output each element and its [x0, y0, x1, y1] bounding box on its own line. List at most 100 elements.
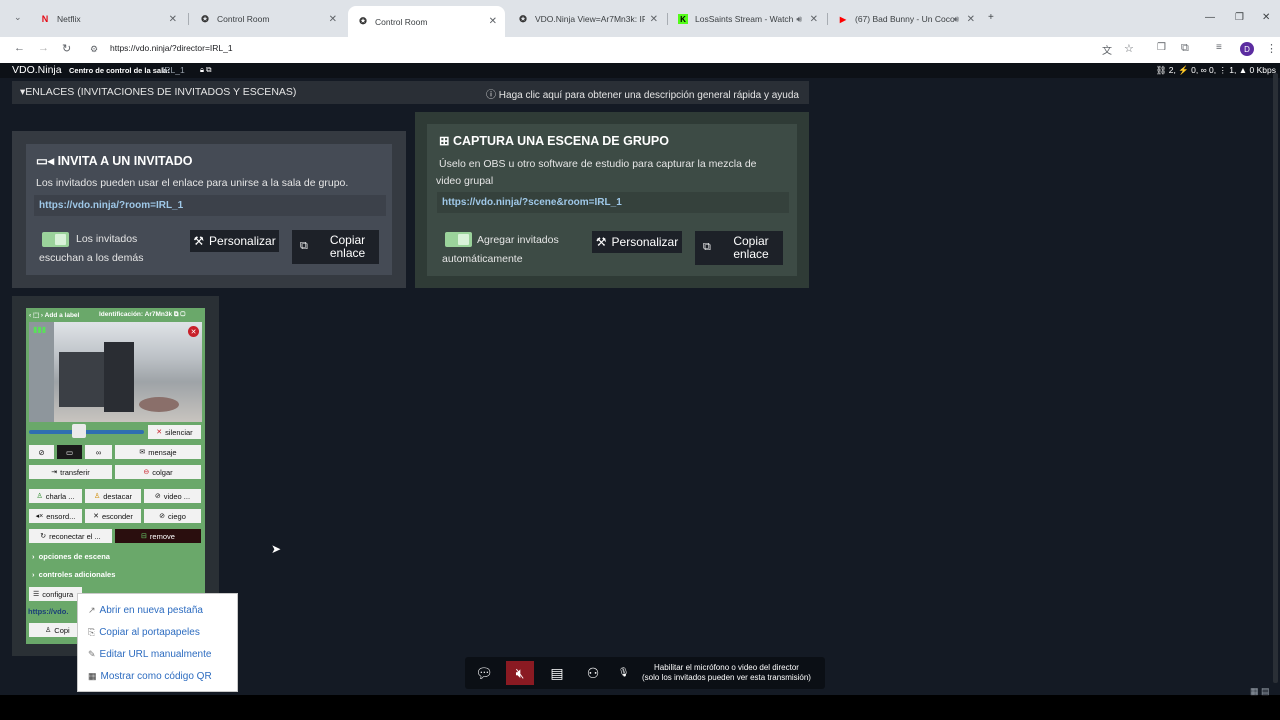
blind-button[interactable]: ⊘ ciego	[144, 509, 201, 523]
invite-title-text: INVITA A UN INVITADO	[57, 154, 193, 168]
menu-copy-clipboard[interactable]: ⎘ Copiar al portapapeles	[88, 627, 200, 638]
tab-control-room-1[interactable]: ✪ Control Room ✕	[190, 7, 345, 31]
highlight-button[interactable]: ♙ destacar	[85, 489, 141, 503]
media-controls-icon[interactable]: ≡	[1216, 42, 1222, 53]
link-context-menu: ↗ Abrir en nueva pestaña ⎘ Copiar al porta…	[77, 593, 238, 692]
invite-customize-button[interactable]: ⚒ Personalizar	[190, 230, 279, 252]
guest-link[interactable]: https://vdo.	[28, 607, 68, 616]
help-link-text: Haga clic aquí para obtener una descripc…	[498, 90, 799, 101]
volume-slider-handle[interactable]	[72, 424, 87, 438]
camera-button[interactable]: ▭	[57, 445, 82, 459]
speaker-mute-icon[interactable]: 🔇︎	[506, 661, 534, 685]
invite-description: Los invitados pueden usar el enlace para…	[36, 177, 349, 189]
tab-search-icon[interactable]: ⌄	[14, 12, 22, 23]
camera-icon: ▭	[65, 447, 74, 457]
mouse-cursor-icon: ➤	[271, 542, 282, 556]
mic-icon: 🎙︎	[618, 667, 630, 677]
reconnect-label: reconectar el ...	[49, 531, 101, 541]
menu-open-new-tab[interactable]: ↗ Abrir en nueva pestaña	[88, 605, 203, 616]
tab-vdo-ninja-view[interactable]: ✪ VDO.Ninja View=Ar7Mn3k: IRL ✕	[508, 7, 666, 31]
site-info-icon[interactable]: ⚙	[90, 44, 98, 55]
guest-video-preview[interactable]: ▮▮▮ ✕	[29, 322, 202, 422]
transfer-label: transferir	[60, 467, 90, 477]
message-button[interactable]: ✉ mensaje	[115, 445, 201, 459]
help-link[interactable]: ⓘ Haga clic aquí para obtener una descri…	[486, 86, 799, 101]
scene-link[interactable]: https://vdo.ninja/?scene&room=IRL_1	[437, 192, 789, 213]
glasses-button[interactable]: ∞	[85, 445, 112, 459]
speaker-icon[interactable]: 🔊︎	[953, 14, 959, 25]
transfer-icon: ⇥	[51, 469, 58, 476]
volume-slider[interactable]	[29, 424, 144, 438]
settings-button[interactable]: ☰ configura	[29, 587, 82, 601]
back-icon[interactable]: ←	[14, 42, 25, 54]
reload-icon[interactable]: ↻	[62, 42, 71, 55]
scene-options-toggle[interactable]: › opciones de escena	[32, 552, 110, 561]
scene-title: ⊞ CAPTURA UNA ESCENA DE GRUPO	[439, 133, 669, 148]
url-field[interactable]: https://vdo.ninja/?director=IRL_1	[110, 43, 233, 53]
close-icon[interactable]: ✕	[650, 14, 658, 25]
popout-icon[interactable]: ▢	[180, 311, 185, 318]
remove-button[interactable]: ⊟ remove	[115, 529, 201, 543]
video-off-button[interactable]: ⊘	[29, 445, 54, 459]
guest-copy-button[interactable]: ♙ Copi	[29, 623, 82, 637]
extra-controls-toggle[interactable]: › controles adicionales	[32, 570, 115, 579]
person-icon: ♙	[45, 627, 52, 634]
scene-copy-link-button[interactable]: ⧉ Copiar enlace	[695, 231, 783, 265]
tab-control-room-active[interactable]: ✪ Control Room ✕	[348, 6, 505, 37]
copy-icon[interactable]: ⧉	[174, 311, 179, 318]
links-section-toggle[interactable]: ▾ENLACES (INVITACIONES DE INVITADOS Y ES…	[12, 81, 809, 104]
chat-button[interactable]: ♙ charla ...	[29, 489, 82, 503]
reconnect-button[interactable]: ↻ reconectar el ...	[29, 529, 112, 543]
brand-logo[interactable]: VDO.Ninja	[12, 64, 62, 76]
close-icon[interactable]: ✕	[489, 16, 497, 27]
bottom-strip: ▦ ▤	[0, 686, 1280, 720]
app-header: VDO.Ninja Centro de control de la sala: …	[0, 63, 1280, 78]
layout-toggle-icon[interactable]: ▦ ▤	[1250, 686, 1270, 697]
silence-button[interactable]: ✕ silenciar	[148, 425, 201, 439]
tab-netflix[interactable]: N Netflix ✕	[30, 7, 185, 31]
hangup-button[interactable]: ⊖ colgar	[115, 465, 201, 479]
menu-kebab-icon[interactable]: ⋮	[1266, 42, 1277, 55]
new-tab-icon[interactable]: +	[988, 12, 994, 23]
speaker-icon[interactable]: 🔊︎	[796, 14, 802, 25]
close-icon[interactable]: ✕	[329, 14, 337, 25]
connection-stats: ⛓ 2, ⚡ 0, ∞ 0, ⋮ 1, ▲ 0 Kbps	[1155, 65, 1276, 75]
room-lock-icon[interactable]: 🔒︎ ⧉	[200, 65, 211, 75]
layout-icon[interactable]: ▤	[543, 661, 571, 685]
person-star-icon: ♙	[93, 493, 101, 500]
invite-copy-link-button[interactable]: ⧉ Copiar enlace	[292, 230, 379, 264]
close-icon[interactable]: ✕	[967, 14, 975, 25]
guests-settings-icon[interactable]: ⚇	[579, 661, 607, 685]
minimize-icon[interactable]: —	[1205, 12, 1215, 23]
scene-customize-button[interactable]: ⚒ Personalizar	[592, 231, 682, 253]
hangup-label: colgar	[152, 467, 173, 477]
translate-icon[interactable]: 文	[1102, 42, 1112, 57]
profile-avatar[interactable]: D	[1240, 42, 1254, 56]
guests-hear-others-label: Los invitados escuchan a los demás	[39, 233, 144, 264]
chat-bubble-icon[interactable]: 💬︎	[470, 661, 498, 685]
close-icon[interactable]: ✕	[810, 14, 818, 25]
close-icon[interactable]: ✕	[169, 14, 177, 25]
deafen-button[interactable]: ◂× ensord...	[29, 509, 82, 523]
hide-button[interactable]: ✕ esconder	[85, 509, 141, 523]
bookmark-star-icon[interactable]: ☆	[1124, 42, 1134, 55]
message-label: mensaje	[148, 447, 177, 457]
page-scrollbar[interactable]	[1273, 73, 1278, 683]
invite-link[interactable]: https://vdo.ninja/?room=IRL_1	[34, 195, 386, 216]
capture-scene-card: ⊞ CAPTURA UNA ESCENA DE GRUPO Úselo en O…	[427, 124, 797, 276]
maximize-icon[interactable]: ❐	[1235, 12, 1244, 23]
window-close-icon[interactable]: ✕	[1262, 12, 1270, 23]
invite-title: ▭◂ INVITA A UN INVITADO	[36, 153, 193, 168]
guest-id: Identificación: Ar7Mn3k ⧉ ▢	[99, 311, 185, 319]
tab-youtube-bad-bunny[interactable]: ▶ (67) Bad Bunny - Un Coco 🔊︎ ✕	[828, 7, 983, 31]
forward-icon[interactable]: →	[38, 42, 49, 54]
menu-show-qr[interactable]: ▦ Mostrar como código QR	[88, 671, 212, 682]
tab-lossaints-stream[interactable]: K LosSaints Stream - Watch Li 🔊︎ ✕	[668, 7, 826, 31]
extension-icon[interactable]: ❒	[1157, 42, 1166, 53]
scene-options-label: opciones de escena	[38, 552, 110, 561]
guest-label-button[interactable]: ‹ ⬚ › Add a label	[29, 311, 79, 319]
puzzle-extensions-icon[interactable]: ⧉	[1181, 42, 1189, 55]
transfer-button[interactable]: ⇥ transferir	[29, 465, 112, 479]
menu-edit-url[interactable]: ✎ Editar URL manualmente	[88, 649, 211, 660]
video-button[interactable]: ⊘ video ...	[144, 489, 201, 503]
